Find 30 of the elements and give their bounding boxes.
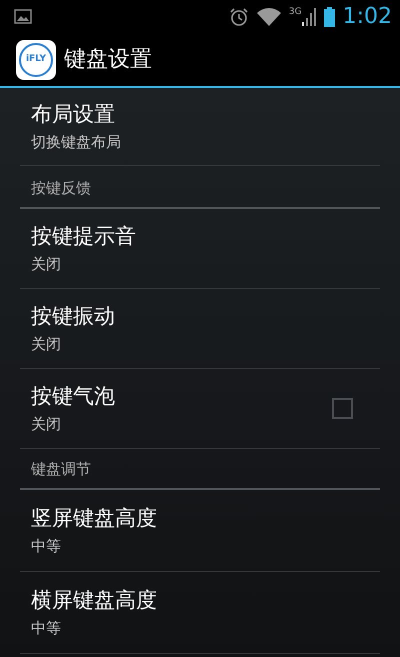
checkbox[interactable] [332, 398, 353, 419]
settings-item[interactable]: 按键提示音 关闭 [20, 209, 380, 289]
app-logo[interactable]: iFLY [16, 40, 56, 80]
settings-item[interactable]: 按键振动 关闭 [20, 289, 380, 369]
signal-icon [302, 8, 316, 26]
item-summary: 切换键盘布局 [31, 133, 122, 152]
item-summary: 关闭 [31, 415, 62, 434]
item-summary: 中等 [31, 619, 62, 638]
settings-item[interactable]: 横屏键盘高度 中等 [20, 572, 380, 654]
item-title: 横屏键盘高度 [31, 588, 158, 614]
battery-icon [324, 6, 335, 26]
item-title: 竖屏键盘高度 [31, 506, 158, 532]
wifi-icon [256, 8, 281, 26]
clock-time: 1:02 [342, 6, 392, 28]
settings-item[interactable]: 布局设置 切换键盘布局 [20, 88, 380, 166]
item-summary: 中等 [31, 537, 62, 556]
section-header: 按键反馈 [31, 178, 92, 198]
item-summary: 关闭 [31, 255, 62, 274]
item-summary: 关闭 [31, 335, 62, 354]
screen-title: 键盘设置 [64, 46, 152, 74]
settings-item[interactable]: 竖屏键盘高度 中等 [20, 490, 380, 572]
settings-item[interactable]: 按键气泡 关闭 [20, 369, 380, 449]
item-title: 布局设置 [31, 102, 116, 128]
image-icon [14, 9, 32, 24]
alarm-icon [228, 6, 249, 26]
network-label: 3G [288, 8, 302, 16]
item-title: 按键提示音 [31, 224, 137, 250]
item-title: 按键气泡 [31, 384, 116, 410]
section-header: 键盘调节 [31, 458, 92, 480]
item-title: 按键振动 [31, 304, 116, 330]
